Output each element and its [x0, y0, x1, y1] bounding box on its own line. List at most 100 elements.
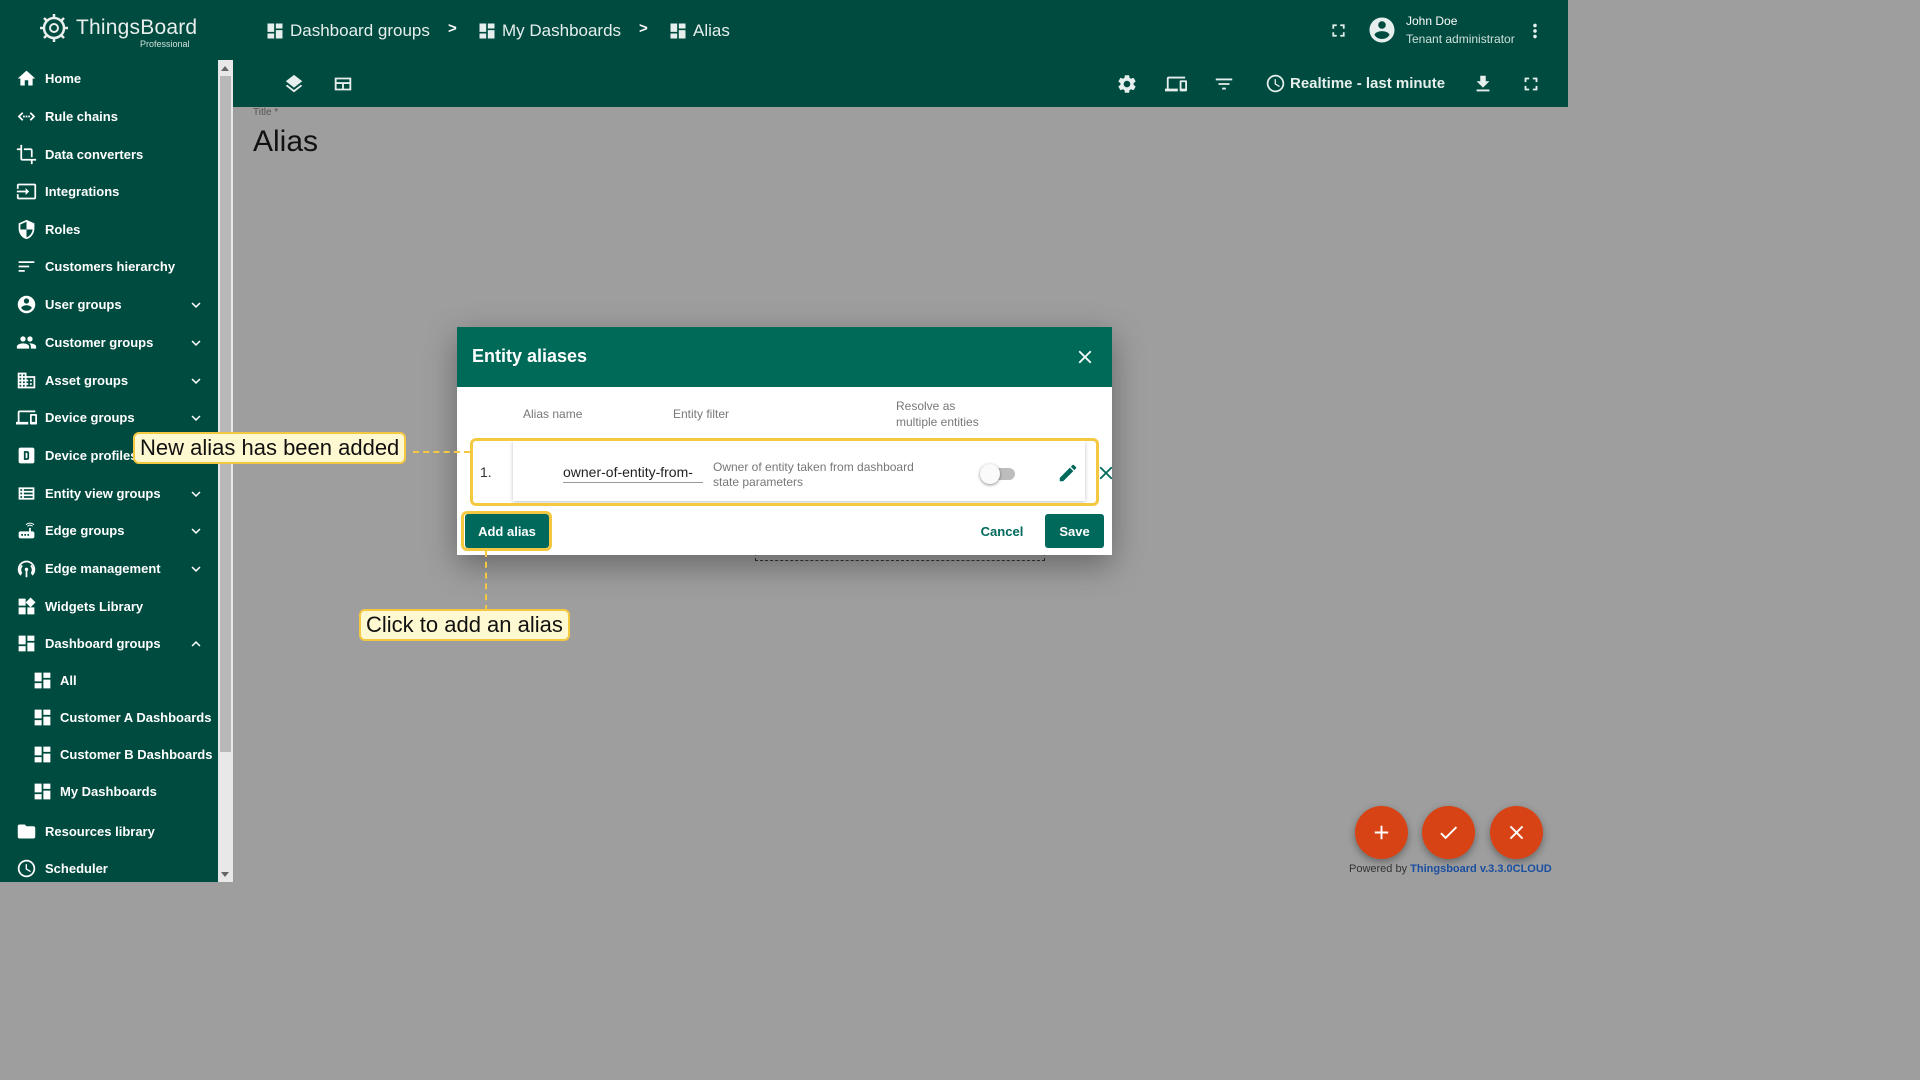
- dashboard-icon: [670, 23, 686, 39]
- sidebar-item-widgets-library[interactable]: Widgets Library: [0, 588, 218, 625]
- sidebar-item-all[interactable]: All: [0, 662, 218, 699]
- dashboard-icon: [34, 672, 51, 689]
- sidebar-item-label: Widgets Library: [45, 599, 144, 614]
- sidebar-item-label: Device profiles: [45, 448, 138, 463]
- fullscreen-icon[interactable]: [1520, 73, 1542, 95]
- dashboard-icon: [34, 746, 51, 763]
- dialog-header: Entity aliases: [457, 327, 1112, 387]
- download-icon[interactable]: [1472, 73, 1494, 95]
- check-icon: [1440, 826, 1458, 840]
- avatar[interactable]: [1367, 15, 1397, 45]
- folder-icon: [17, 824, 36, 839]
- sidebar-item-label: Dashboard groups: [45, 636, 161, 651]
- add-alias-callout: Click to add an alias: [359, 609, 570, 641]
- sidebar-item-label: Scheduler: [45, 861, 108, 876]
- thingsboard-logo[interactable]: ThingsBoard Professional: [38, 10, 208, 52]
- sidebar-item-resources-library[interactable]: Resources library: [0, 813, 218, 850]
- converter-icon: [16, 144, 37, 165]
- dialog-title: Entity aliases: [472, 346, 588, 366]
- fullscreen-icon[interactable]: [1328, 20, 1349, 41]
- decline-changes-fab[interactable]: [1490, 806, 1543, 859]
- chevron-down-icon: [191, 490, 201, 497]
- hierarchy-icon: [18, 261, 35, 272]
- sidebar-item-asset-groups[interactable]: Asset groups: [0, 362, 218, 399]
- view-list-icon: [18, 487, 35, 500]
- chevron-down-icon: [191, 414, 201, 421]
- new-alias-callout: New alias has been added: [133, 432, 407, 464]
- dashboard-icon: [18, 635, 35, 652]
- dashboard-icon: [479, 23, 495, 39]
- sidebar-item-device-groups[interactable]: Device groups: [0, 399, 218, 436]
- timewindow-label: Realtime - last minute: [1290, 75, 1446, 92]
- logo-subtitle: Professional: [140, 39, 190, 49]
- sidebar-item-label: Edge groups: [45, 523, 125, 538]
- breadcrumb-label: Alias: [693, 21, 730, 40]
- dashboard-icon: [267, 23, 283, 39]
- powered-by-link[interactable]: Thingsboard v.3.3.0CLOUD: [1410, 863, 1552, 875]
- sidebar-menu: Home Rule chains Data converters Integra…: [0, 60, 218, 882]
- breadcrumb-label: My Dashboards: [502, 21, 622, 40]
- sidebar-item-dashboard-groups[interactable]: Dashboard groups: [0, 625, 218, 662]
- title-field-label: Title *: [253, 107, 279, 118]
- shield-icon: [18, 219, 35, 240]
- sidebar-scroll-thumb[interactable]: [220, 76, 231, 752]
- top-bar: Dashboard groups > My Dashboards > Alias…: [233, 0, 1568, 62]
- account-icon: [17, 295, 36, 314]
- sidebar-item-my-dashboards[interactable]: My Dashboards: [0, 773, 218, 810]
- user-name: John Doe: [1406, 14, 1458, 28]
- sidebar-item-label: Customer B Dashboards: [60, 747, 213, 762]
- dashboard-title[interactable]: Alias: [253, 125, 318, 159]
- close-icon[interactable]: [1074, 346, 1096, 368]
- breadcrumb-separator: >: [448, 20, 457, 37]
- sidebar-item-customer-a-dashboards[interactable]: Customer A Dashboards: [0, 699, 218, 736]
- sidebar-item-customer-groups[interactable]: Customer groups: [0, 324, 218, 361]
- cancel-button[interactable]: Cancel: [969, 514, 1035, 548]
- sidebar-item-integrations[interactable]: Integrations: [0, 173, 218, 210]
- chevron-up-icon: [191, 640, 201, 647]
- scroll-up-arrow-icon[interactable]: [221, 66, 229, 71]
- logo-gear-icon: [40, 14, 68, 42]
- chevron-down-icon: [191, 301, 201, 308]
- devices-icon[interactable]: [1165, 73, 1187, 95]
- settings-gear-icon[interactable]: [1116, 73, 1138, 95]
- sidebar-item-entity-view-groups[interactable]: Entity view groups: [0, 475, 218, 512]
- chevron-down-icon: [191, 527, 201, 534]
- sidebar-item-label: Customer groups: [45, 335, 154, 350]
- sidebar-item-home[interactable]: Home: [0, 60, 218, 97]
- more-vert-icon[interactable]: [1524, 20, 1546, 42]
- sidebar-item-roles[interactable]: Roles: [0, 211, 218, 248]
- dashboard-layout-icon[interactable]: [332, 73, 354, 95]
- sidebar-item-user-groups[interactable]: User groups: [0, 286, 218, 323]
- filter-icon[interactable]: [1213, 73, 1235, 95]
- breadcrumb-dashboard-groups[interactable]: Dashboard groups: [265, 20, 430, 42]
- sidebar-item-edge-groups[interactable]: Edge groups: [0, 512, 218, 549]
- home-icon: [17, 70, 36, 86]
- save-button[interactable]: Save: [1045, 514, 1104, 548]
- chevron-down-icon: [191, 339, 201, 346]
- powered-by-footer: Powered by Thingsboard v.3.3.0CLOUD: [1349, 863, 1552, 875]
- callout-connector: [485, 551, 487, 611]
- timewindow-selector[interactable]: Realtime - last minute: [1265, 73, 1445, 94]
- sidebar-item-label: Integrations: [45, 184, 120, 199]
- breadcrumb-separator: >: [639, 20, 648, 37]
- sidebar-item-customer-b-dashboards[interactable]: Customer B Dashboards: [0, 736, 218, 773]
- sidebar-item-data-converters[interactable]: Data converters: [0, 136, 218, 173]
- plus-icon: [1374, 825, 1389, 840]
- sidebar-item-rule-chains[interactable]: Rule chains: [0, 98, 218, 135]
- chevron-down-icon: [191, 377, 201, 384]
- sidebar-item-label: Customers hierarchy: [45, 259, 176, 274]
- breadcrumb-alias: Alias: [668, 20, 730, 42]
- sidebar-item-label: Customer A Dashboards: [60, 710, 212, 725]
- layers-icon[interactable]: [283, 73, 305, 95]
- sidebar-item-scheduler[interactable]: Scheduler: [0, 850, 218, 882]
- breadcrumb-my-dashboards[interactable]: My Dashboards: [477, 20, 621, 42]
- sidebar-item-customers-hierarchy[interactable]: Customers hierarchy: [0, 248, 218, 285]
- add-widget-fab[interactable]: [1355, 806, 1408, 859]
- apply-changes-fab[interactable]: [1422, 806, 1475, 859]
- integrations-icon: [16, 183, 37, 200]
- dashboard-icon: [34, 709, 51, 726]
- sidebar-item-edge-management[interactable]: Edge management: [0, 550, 218, 587]
- column-header-resolve-line2: multiple entities: [896, 415, 979, 429]
- column-header-alias-name: Alias name: [523, 407, 583, 421]
- scroll-down-arrow-icon[interactable]: [221, 872, 229, 877]
